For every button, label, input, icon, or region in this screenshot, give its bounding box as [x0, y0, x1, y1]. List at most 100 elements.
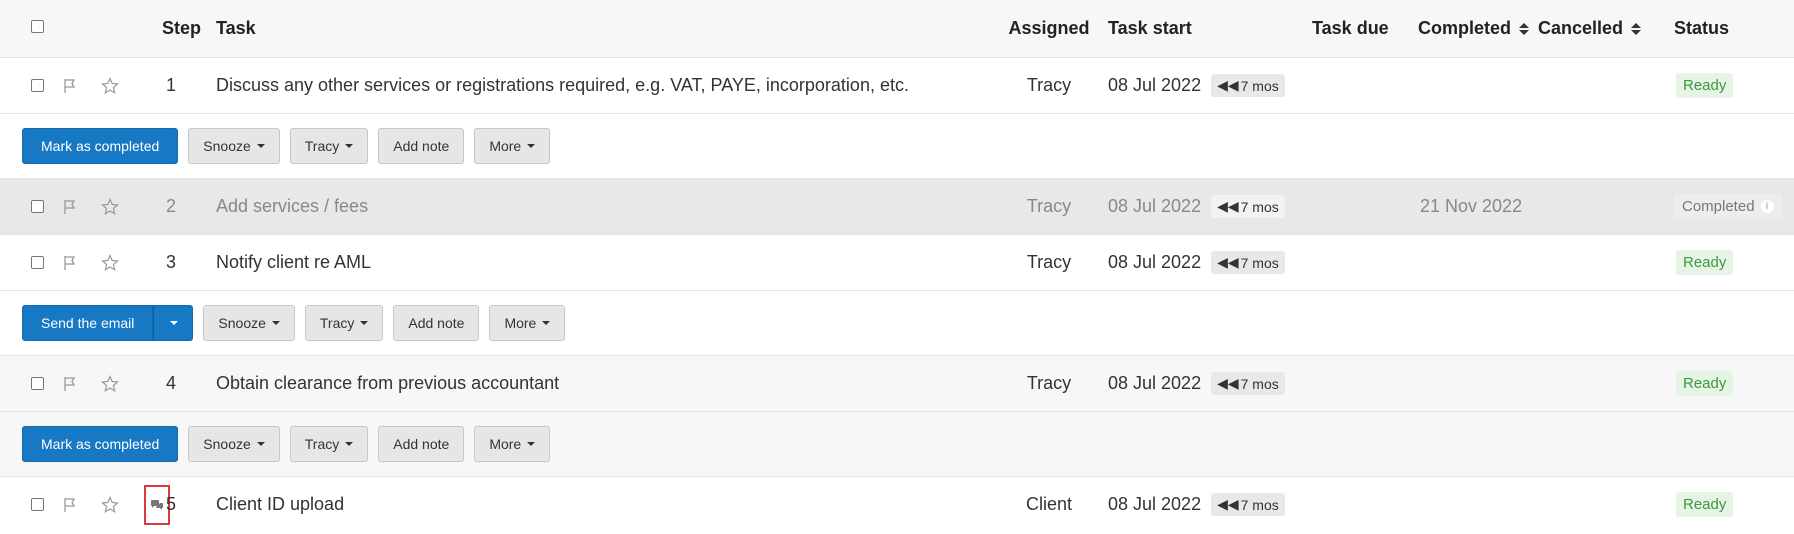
- row-assigned[interactable]: Tracy: [1000, 235, 1098, 290]
- row-task[interactable]: Add services / fees: [206, 179, 1000, 234]
- assignee-label: Tracy: [304, 436, 340, 452]
- row-task[interactable]: Client ID upload: [206, 477, 1000, 532]
- more-button[interactable]: More: [489, 305, 566, 341]
- row-checkbox[interactable]: [31, 498, 44, 511]
- row-assigned[interactable]: Client: [1000, 477, 1098, 532]
- snooze-label: Snooze: [218, 315, 266, 331]
- row-task[interactable]: Notify client re AML: [206, 235, 1000, 290]
- row-task-start: 08 Jul 2022 ◀◀ 7 mos: [1098, 58, 1285, 113]
- more-button[interactable]: More: [474, 128, 551, 164]
- row-task-start: 08 Jul 2022 ◀◀ 7 mos: [1098, 179, 1285, 234]
- row-status: Ready: [1676, 235, 1794, 290]
- more-button[interactable]: More: [474, 426, 551, 462]
- task-start-date: 08 Jul 2022: [1108, 196, 1202, 216]
- header-assigned[interactable]: Assigned: [1000, 0, 1098, 57]
- snooze-button[interactable]: Snooze: [188, 426, 280, 462]
- snooze-button[interactable]: Snooze: [203, 305, 295, 341]
- row-status: Ready: [1676, 356, 1794, 411]
- header-select-all-cell: [0, 0, 50, 57]
- header-task-due[interactable]: Task due: [1312, 0, 1432, 57]
- row-checkbox[interactable]: [31, 256, 44, 269]
- caret-down-icon: [345, 144, 354, 148]
- row-assigned[interactable]: Tracy: [1000, 356, 1098, 411]
- more-label: More: [489, 138, 522, 154]
- caret-down-icon: [256, 144, 265, 148]
- select-all-checkbox[interactable]: [31, 20, 44, 33]
- header-cancelled-label: Cancelled: [1538, 18, 1624, 38]
- table-row: 3 Notify client re AML Tracy 08 Jul 2022…: [0, 234, 1794, 290]
- sort-icon[interactable]: [1631, 22, 1642, 35]
- row-completed: 21 Nov 2022: [1420, 196, 1523, 216]
- send-email-split-button: Send the email: [22, 305, 194, 341]
- info-icon[interactable]: i: [1760, 200, 1774, 213]
- header-task-start[interactable]: Task start: [1098, 0, 1232, 57]
- row-status: Completed i: [1674, 179, 1794, 234]
- status-badge: Ready: [1676, 73, 1734, 98]
- assignee-button[interactable]: Tracy: [289, 426, 369, 462]
- status-badge: Ready: [1676, 492, 1734, 517]
- send-email-dropdown-toggle[interactable]: [153, 305, 194, 341]
- row-task-start: 08 Jul 2022 ◀◀ 7 mos: [1098, 235, 1285, 290]
- header-completed-label: Completed: [1418, 18, 1512, 38]
- header-cancelled[interactable]: Cancelled: [1538, 0, 1670, 57]
- more-label: More: [489, 436, 522, 452]
- star-icon[interactable]: [101, 495, 119, 514]
- row-assigned[interactable]: Tracy: [1000, 58, 1098, 113]
- mark-completed-button[interactable]: Mark as completed: [22, 426, 179, 462]
- assignee-button[interactable]: Tracy: [304, 305, 384, 341]
- caret-down-icon: [527, 442, 536, 446]
- flag-icon[interactable]: [62, 255, 78, 271]
- row-completed: [1432, 235, 1532, 290]
- row-checkbox[interactable]: [31, 377, 44, 390]
- header-task[interactable]: Task: [216, 0, 1000, 57]
- row-completed: [1432, 477, 1532, 532]
- star-icon[interactable]: [101, 197, 119, 216]
- flag-icon[interactable]: [62, 78, 78, 94]
- caret-down-icon: [256, 442, 265, 446]
- row-task-start: 08 Jul 2022 ◀◀ 7 mos: [1098, 356, 1285, 411]
- snooze-label: Snooze: [203, 138, 251, 154]
- caret-down-icon: [345, 442, 354, 446]
- row-completed: [1432, 58, 1532, 113]
- add-note-button[interactable]: Add note: [393, 305, 480, 341]
- table-row: 2 Add services / fees Tracy 08 Jul 2022 …: [0, 178, 1794, 234]
- status-badge: Ready: [1676, 250, 1734, 275]
- table-row: 1 Discuss any other services or registra…: [0, 57, 1794, 113]
- add-note-button[interactable]: Add note: [378, 128, 465, 164]
- row-status: Ready: [1676, 477, 1794, 532]
- flag-icon[interactable]: [62, 199, 78, 215]
- task-start-date: 08 Jul 2022: [1108, 494, 1202, 514]
- row-checkbox[interactable]: [31, 200, 44, 213]
- row-task[interactable]: Discuss any other services or registrati…: [206, 58, 1000, 113]
- task-actions: Mark as completed Snooze Tracy Add note …: [0, 411, 1794, 476]
- snooze-button[interactable]: Snooze: [188, 128, 280, 164]
- table-header: Step Task Assigned Task start Task due C…: [0, 0, 1794, 57]
- sort-icon[interactable]: [1519, 22, 1530, 35]
- row-task[interactable]: Obtain clearance from previous accountan…: [206, 356, 1000, 411]
- task-start-date: 08 Jul 2022: [1108, 252, 1202, 272]
- assignee-label: Tracy: [304, 138, 340, 154]
- table-row: 5 Client ID upload Client 08 Jul 2022 ◀◀…: [0, 476, 1794, 532]
- caret-down-icon: [170, 321, 179, 325]
- header-status[interactable]: Status: [1674, 0, 1794, 57]
- star-icon[interactable]: [101, 253, 119, 272]
- caret-down-icon: [527, 144, 536, 148]
- caret-down-icon: [542, 321, 551, 325]
- star-icon[interactable]: [101, 76, 119, 95]
- star-icon[interactable]: [101, 374, 119, 393]
- header-completed[interactable]: Completed: [1418, 0, 1532, 57]
- row-checkbox[interactable]: [31, 79, 44, 92]
- flag-icon[interactable]: [62, 376, 78, 392]
- snooze-label: Snooze: [203, 436, 251, 452]
- task-start-date: 08 Jul 2022: [1108, 75, 1202, 95]
- assignee-button[interactable]: Tracy: [289, 128, 369, 164]
- send-email-button[interactable]: Send the email: [22, 305, 154, 341]
- flag-icon[interactable]: [62, 497, 78, 513]
- row-completed: [1432, 356, 1532, 411]
- mark-completed-button[interactable]: Mark as completed: [22, 128, 179, 164]
- add-note-button[interactable]: Add note: [378, 426, 465, 462]
- table-row: 4 Obtain clearance from previous account…: [0, 355, 1794, 411]
- row-assigned[interactable]: Tracy: [1000, 179, 1098, 234]
- status-badge: Ready: [1676, 371, 1734, 396]
- task-actions: Send the email Snooze Tracy Add note Mor…: [0, 290, 1794, 355]
